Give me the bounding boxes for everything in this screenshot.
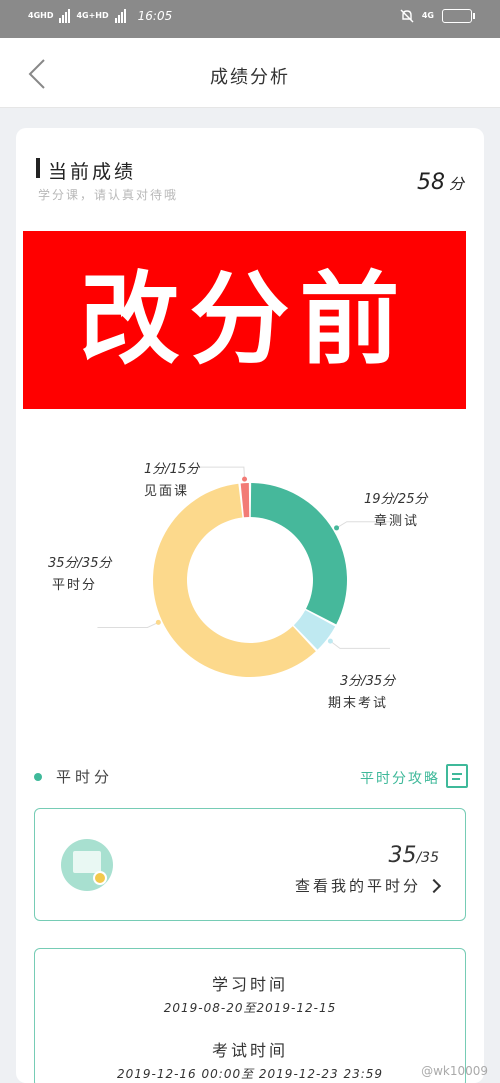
watermark: @wk10009 bbox=[421, 1064, 488, 1078]
label-value-ordinary: 35分/35分 bbox=[48, 556, 112, 571]
ordinary-header: 平时分 bbox=[34, 766, 113, 787]
certificate-icon bbox=[61, 839, 113, 891]
donut-slice-3 bbox=[240, 483, 250, 518]
ordinary-score-card[interactable]: 35/35 查看我的平时分 bbox=[34, 808, 466, 921]
label-value-final: 3分/35分 bbox=[340, 674, 396, 689]
exam-time-label: 考试时间 bbox=[211, 1041, 288, 1060]
ordinary-guide-link[interactable]: 平时分攻略 bbox=[360, 768, 440, 788]
leader-dot-2 bbox=[155, 619, 161, 625]
status-time: 16:05 bbox=[137, 9, 173, 23]
nav-bar: 成绩分析 bbox=[0, 38, 500, 108]
study-time-label: 学习时间 bbox=[211, 975, 288, 994]
network-label-right: 4G bbox=[421, 11, 434, 20]
signal-icon-2 bbox=[114, 9, 126, 23]
score-unit: 分 bbox=[448, 175, 464, 193]
guide-book-icon[interactable] bbox=[446, 764, 468, 788]
view-ordinary-label: 查看我的平时分 bbox=[294, 877, 421, 895]
overlay-banner: 改分前 bbox=[23, 231, 466, 409]
donut-slice-0 bbox=[250, 483, 347, 625]
leader-line-3 bbox=[193, 466, 246, 480]
exam-time-value: 2019-12-16 00:00至 2019-12-23 23:59 bbox=[116, 1067, 384, 1081]
leader-line-2 bbox=[97, 621, 159, 628]
label-name-final: 期末考试 bbox=[328, 696, 389, 711]
mute-bell-icon bbox=[400, 9, 414, 23]
bullet-dot-icon bbox=[34, 772, 42, 781]
leader-line-1 bbox=[330, 640, 390, 649]
leader-dot-0 bbox=[334, 525, 340, 531]
label-name-chapter: 章测试 bbox=[374, 514, 420, 529]
time-card: 学习时间 2019-08-20至2019-12-15 考试时间 2019-12-… bbox=[34, 948, 466, 1083]
section-marker bbox=[36, 158, 40, 178]
label-value-meeting: 1分/15分 bbox=[144, 462, 200, 477]
view-ordinary-link[interactable]: 查看我的平时分 bbox=[294, 875, 442, 896]
label-name-ordinary: 平时分 bbox=[52, 578, 98, 593]
score-title: 当前成绩 bbox=[48, 161, 137, 183]
network-label-2: 4G+HD bbox=[76, 11, 109, 20]
score-number: 58 bbox=[416, 170, 445, 195]
score-subtitle: 学分课，请认真对待哦 bbox=[38, 188, 179, 202]
battery-icon bbox=[442, 9, 475, 23]
study-time-value: 2019-08-20至2019-12-15 bbox=[163, 1001, 337, 1015]
ordinary-score-total: /35 bbox=[416, 850, 439, 866]
ordinary-score-value: 35 bbox=[388, 843, 417, 868]
status-bar: 4GHD 4G+HD 16:05 4G bbox=[0, 0, 500, 38]
score-value: 58 分 bbox=[417, 170, 464, 195]
ordinary-score: 35/35 bbox=[388, 843, 439, 868]
network-label-1: 4GHD bbox=[28, 11, 54, 20]
label-name-meeting: 见面课 bbox=[144, 484, 190, 499]
signal-icon bbox=[59, 9, 71, 23]
leader-dot-3 bbox=[242, 476, 248, 482]
leader-dot-1 bbox=[327, 638, 333, 644]
ordinary-title: 平时分 bbox=[56, 768, 114, 786]
chevron-right-icon bbox=[426, 878, 442, 893]
label-value-chapter: 19分/25分 bbox=[364, 492, 428, 507]
page-title: 成绩分析 bbox=[210, 67, 290, 88]
